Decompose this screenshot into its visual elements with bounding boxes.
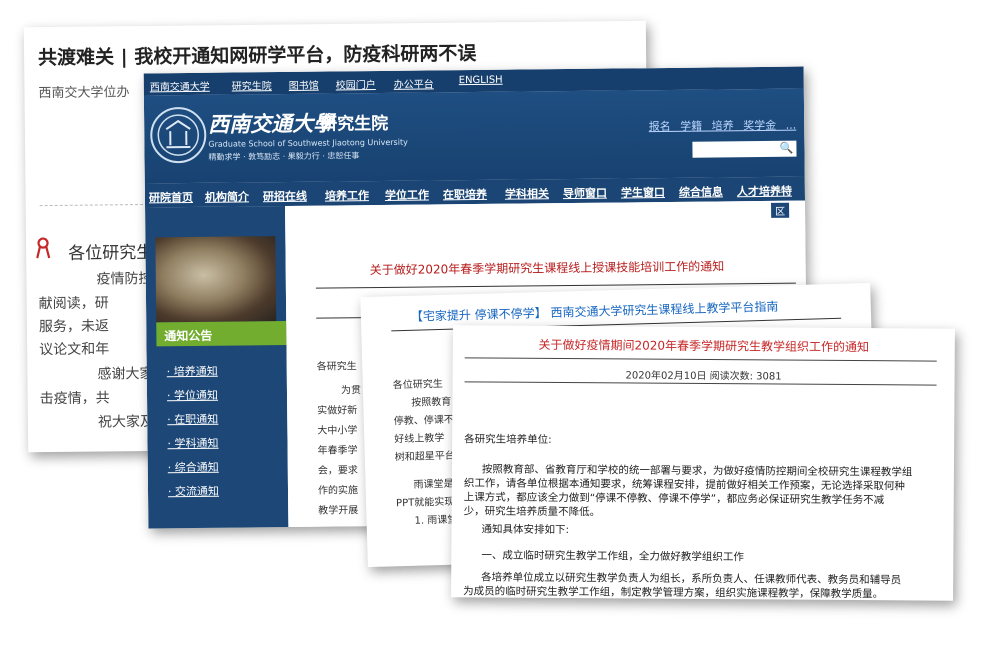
search-input[interactable]: 🔍	[692, 140, 797, 158]
topnav-link[interactable]: 西南交通大学	[150, 78, 210, 94]
nav-item[interactable]: 导师窗口	[563, 185, 607, 201]
nav-item[interactable]: 学生窗口	[621, 184, 665, 200]
site-banner: 西南交通大學 研究生院 Graduate School of Southwest…	[143, 88, 805, 184]
content-tag: 区	[771, 202, 790, 218]
english-name: Graduate School of Southwest Jiaotong Un…	[208, 137, 408, 149]
guide-line: 各位研究生	[392, 378, 443, 392]
news-title: 共渡难关 | 我校开通知网研学平台，防疫科研两不误	[38, 42, 477, 70]
notice-title: 关于做好疫情期间2020年春季学期研究生教学组织工作的通知	[538, 337, 870, 355]
letter-line: 祝大家及	[97, 413, 155, 431]
topnav-link[interactable]: 图书馆	[289, 77, 319, 92]
letter-line: 服务，未返	[38, 318, 110, 336]
letter-line: 议论文和年	[39, 341, 110, 359]
article-line: 作的实施	[317, 485, 359, 497]
campus-photo	[155, 236, 277, 323]
search-icon[interactable]: 🔍	[780, 142, 794, 155]
article-line: 各研究生	[316, 361, 357, 373]
guide-line: 树和超星平台	[394, 450, 455, 464]
sidebar-item[interactable]: · 在职通知	[167, 411, 218, 428]
graduate-school-name: 研究生院	[320, 113, 389, 135]
guide-line: PPT就能实现	[395, 496, 455, 510]
sidebar-item[interactable]: · 交流通知	[168, 483, 219, 500]
article-title: 关于做好2020年春季学期研究生课程线上授课技能培训工作的通知	[369, 259, 725, 278]
article-line: 实做好新	[317, 405, 358, 417]
guide-line: 停教、停课不	[393, 414, 454, 428]
topnav-link[interactable]: 研究生院	[232, 77, 272, 92]
notice-tab-label: 通知公告	[164, 328, 213, 344]
nav-item[interactable]: 研院首页	[149, 189, 193, 205]
ribbon-icon	[36, 237, 51, 259]
quick-links[interactable]: 报名 学籍 培养 奖学金 ...	[649, 117, 797, 135]
letter-line: 感谢大家	[97, 365, 154, 383]
university-name: 西南交通大學	[208, 110, 335, 137]
nav-item[interactable]: 人才培养特	[737, 183, 792, 200]
topnav-link[interactable]: 校园门户	[336, 76, 376, 91]
article-line: 会，要求	[317, 465, 358, 477]
letter-line: 献阅读，研	[38, 295, 109, 313]
nav-item[interactable]: 学科相关	[505, 185, 549, 201]
letter-body: 疫情防控 献阅读，研 服务，未返 议论文和年 感谢大家 击疫情，共 祝大家及	[24, 21, 646, 431]
topnav-link[interactable]: 办公平台	[394, 75, 434, 90]
nav-item[interactable]: 学位工作	[385, 186, 429, 202]
guide-line: 按照教育	[411, 396, 452, 409]
paragraph-line: 为成员的临时研究生教学工作组，制定教学管理方案，组织实施课程教学，保障教学质量。	[463, 585, 884, 601]
sidebar-item[interactable]: · 学科通知	[167, 435, 218, 452]
notice-tab[interactable]: 通知公告	[156, 320, 287, 347]
article-line: 大中小学	[317, 425, 358, 437]
article-line: 年春季学	[317, 445, 358, 457]
letter-line: 疫情防控	[96, 270, 153, 288]
nav-item[interactable]: 机构简介	[205, 188, 249, 204]
teaching-notice-card: 关于做好疫情期间2020年春季学期研究生教学组织工作的通知 2020年02月10…	[451, 325, 955, 601]
nav-item[interactable]: 研招在线	[263, 188, 307, 204]
university-logo-icon	[149, 106, 207, 164]
sidebar-item[interactable]: · 学位通知	[167, 387, 218, 404]
letter-line: 击疫情，共	[39, 390, 110, 408]
nav-item[interactable]: 综合信息	[679, 183, 723, 199]
article-line: 教学开展	[318, 505, 359, 517]
left-sidebar: 通知公告 · 培养通知 · 学位通知 · 在职通知 · 学科通知 · 综合通知 …	[145, 205, 289, 529]
paragraph-line: 少，研究生培养质量不降低。	[463, 505, 601, 519]
intro-line: 通知具体安排如下:	[481, 523, 570, 537]
nav-item[interactable]: 在职培养	[443, 186, 487, 202]
guide-line: 雨课堂是	[413, 478, 454, 491]
sidebar-item[interactable]: · 培养通知	[167, 363, 218, 380]
nav-item[interactable]: 培养工作	[325, 187, 369, 203]
letter-heading: 各位研究生	[68, 242, 154, 264]
motto: 精勤求学 · 敦笃励志 · 果毅力行 · 忠恕任事	[208, 151, 360, 162]
sidebar-item[interactable]: · 综合通知	[168, 459, 219, 476]
article-line: 为贯	[340, 385, 362, 397]
section-heading: 一、成立临时研究生教学工作组，全力做好教学组织工作	[481, 549, 744, 564]
news-source: 西南交大学位办	[38, 85, 130, 102]
title-rule	[464, 357, 937, 362]
salutation: 各研究生培养单位:	[464, 433, 552, 446]
guide-line: 好线上教学	[394, 432, 445, 446]
topnav-link[interactable]: ENGLISH	[459, 75, 503, 86]
